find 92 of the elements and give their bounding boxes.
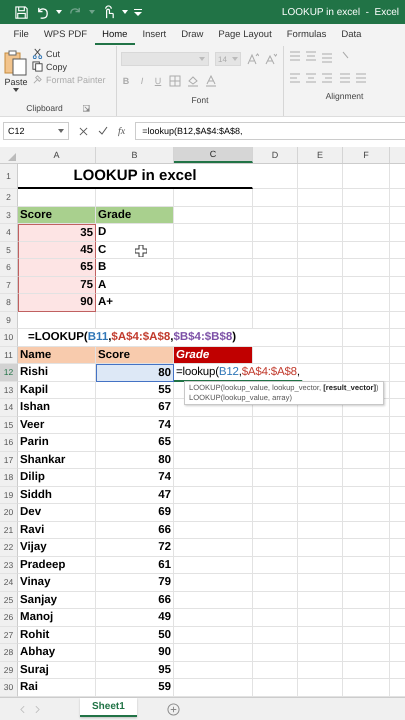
save-icon[interactable] [14,4,29,20]
row-header[interactable]: 19 [0,486,18,504]
table-cell: 45 [18,242,96,259]
table-cell: 65 [18,259,96,276]
column-header[interactable]: C [174,147,253,163]
next-sheet-icon[interactable] [35,706,40,713]
row-header[interactable]: 10 [0,329,18,346]
header-cell: Grade [174,346,253,364]
grow-font-icon[interactable] [247,53,259,65]
close-icon[interactable] [79,126,88,136]
fill-color-icon[interactable] [187,75,199,87]
header-cell: Name [18,346,96,364]
row-header[interactable]: 26 [0,609,18,626]
previous-sheet-icon[interactable] [20,706,25,713]
ribbon-tab[interactable]: File [6,26,36,44]
caret-icon [199,57,205,61]
row-header[interactable]: 11 [0,346,18,364]
row-header[interactable]: 27 [0,626,18,644]
ribbon-tab[interactable]: Insert [134,26,174,44]
cursor-icon [135,244,147,256]
row-header[interactable]: 1 [0,164,18,189]
table-cell: 75 [18,276,96,294]
row-header[interactable]: 4 [0,224,18,242]
row-header[interactable]: 28 [0,644,18,662]
group-label: Font [191,95,208,105]
row-header[interactable]: 9 [0,312,18,329]
window-title: LOOKUP in excel - Excel [282,6,399,18]
row-header[interactable]: 13 [0,382,18,399]
table-cell: 80 [96,364,174,382]
paste-button[interactable]: Paste [4,48,28,100]
caret-icon [232,57,238,61]
table-cell: 35 [18,224,96,242]
ribbon-tab[interactable]: Formulas [279,26,334,44]
checkmark-icon[interactable] [98,126,108,136]
row-header[interactable]: 22 [0,539,18,556]
row-header[interactable]: 6 [0,259,18,276]
cell-formula-editor[interactable]: =lookup(B12,$A$4:$A$8, [174,364,303,382]
row-header[interactable]: 2 [0,189,18,206]
row-header[interactable]: 15 [0,416,18,434]
row-header[interactable]: 3 [0,206,18,224]
ribbon-tab[interactable]: Draw [174,26,211,44]
add-sheet-icon[interactable] [166,703,180,716]
dialog-launcher-icon[interactable] [82,104,90,112]
font-color-icon[interactable] [205,75,217,87]
row-header[interactable]: 23 [0,556,18,574]
caret-icon [13,88,19,92]
row-header[interactable]: 24 [0,574,18,592]
row-header[interactable]: 16 [0,434,18,452]
row-header[interactable]: 29 [0,662,18,679]
formula-input[interactable]: =lookup(B12,$A$4:$A$8, [135,122,405,140]
column-header[interactable]: F [343,147,390,163]
row-header[interactable]: 18 [0,469,18,486]
ribbon-tab[interactable]: Data [334,26,369,44]
sheet-tab[interactable]: Sheet1 [80,698,137,717]
row-header[interactable]: 8 [0,294,18,312]
column-header[interactable]: E [298,147,343,163]
caret-icon[interactable] [122,10,128,14]
ribbon-tab[interactable]: Page Layout [210,26,280,44]
table-cell: 90 [18,294,96,312]
row-header[interactable]: 5 [0,242,18,259]
borders-icon[interactable] [169,75,181,87]
clipboard-command[interactable]: Cut [32,48,106,59]
row-header[interactable]: 14 [0,399,18,416]
row-header[interactable]: 21 [0,522,18,539]
group-label: Clipboard [26,103,63,113]
name-box[interactable]: C12 [3,122,69,140]
column-header[interactable]: A [18,147,96,163]
clipboard-command[interactable]: Copy [32,61,106,72]
select-all-icon[interactable] [8,153,16,161]
caret-icon[interactable] [56,10,62,14]
copy-icon [32,61,43,72]
row-header[interactable]: 20 [0,504,18,522]
sheet-title: LOOKUP in excel [18,164,253,189]
row-header[interactable]: 25 [0,592,18,609]
font-name-dropdown[interactable] [121,52,209,66]
column-header[interactable]: D [253,147,298,163]
caret-icon [58,129,64,133]
row-header[interactable]: 12 [0,364,18,382]
shrink-font-icon[interactable] [265,53,277,65]
insert-function-button[interactable]: fx [118,126,126,136]
row-header[interactable]: 17 [0,452,18,469]
row-header[interactable]: 7 [0,276,18,294]
customize-toolbar-icon[interactable] [134,8,142,16]
paintbrush-icon [32,74,43,85]
header-cell: Score [18,206,96,224]
ribbon-tab[interactable]: WPS PDF [36,26,95,44]
header-cell: Score [96,346,174,364]
group-label: Alignment [326,91,364,101]
header-cell: Grade [96,206,174,224]
clipboard-icon [4,50,28,76]
scissors-icon [32,48,43,59]
row-header[interactable]: 30 [0,679,18,696]
